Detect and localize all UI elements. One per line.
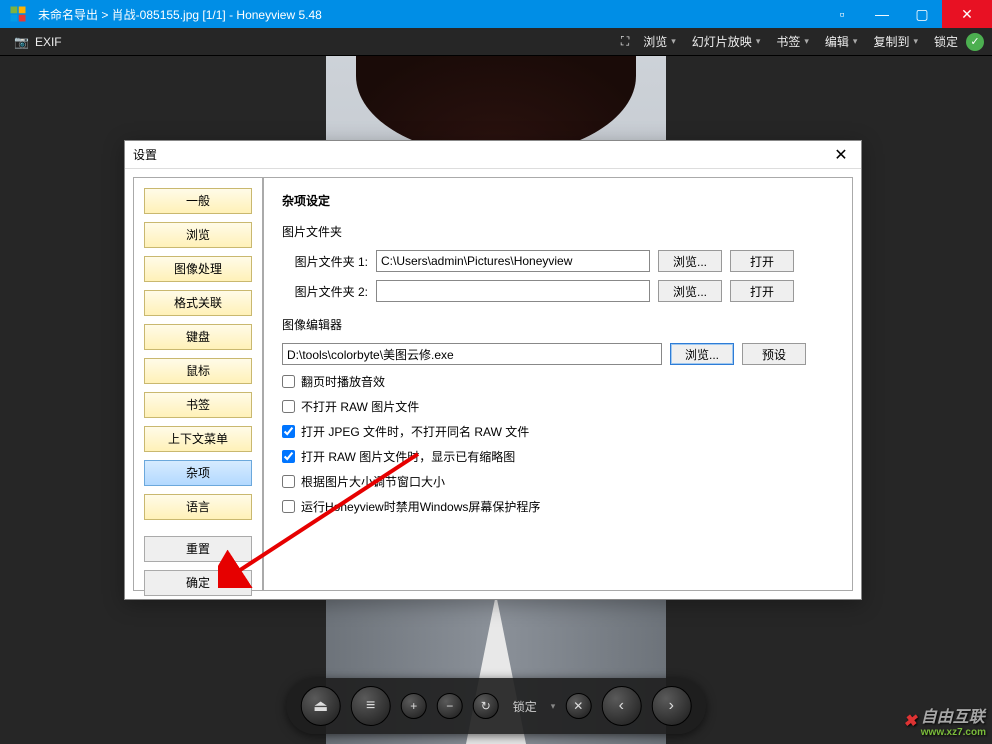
menu-button[interactable]: ≡ bbox=[351, 686, 391, 726]
app-icon bbox=[0, 0, 36, 28]
window-restore-button[interactable]: ▫ bbox=[822, 0, 862, 28]
tab-context[interactable]: 上下文菜单 bbox=[144, 426, 252, 452]
camera-icon: 📷 bbox=[14, 35, 29, 49]
menu-bookmark[interactable]: 书签▾ bbox=[768, 28, 817, 56]
watermark: ✖ 自由互联 www.xz7.com bbox=[903, 703, 986, 738]
window-maximize-button[interactable]: ▢ bbox=[902, 0, 942, 28]
tab-assoc[interactable]: 格式关联 bbox=[144, 290, 252, 316]
folders-section: 图片文件夹 bbox=[282, 223, 834, 240]
tab-mouse[interactable]: 鼠标 bbox=[144, 358, 252, 384]
editor-input[interactable] bbox=[282, 343, 662, 365]
menu-browse[interactable]: 浏览▾ bbox=[635, 28, 684, 56]
menu-lock[interactable]: 锁定✓ bbox=[926, 28, 992, 56]
reset-button[interactable]: 重置 bbox=[144, 536, 252, 562]
folder2-input[interactable] bbox=[376, 280, 650, 302]
eject-button[interactable]: ⏏ bbox=[301, 686, 341, 726]
folder1-label: 图片文件夹 1: bbox=[282, 253, 368, 270]
editor-section: 图像编辑器 bbox=[282, 316, 834, 333]
player-controls: ⏏ ≡ + − ↻ 锁定▾ ✕ ‹ › bbox=[287, 678, 706, 734]
tab-imageproc[interactable]: 图像处理 bbox=[144, 256, 252, 282]
check-raw-thumb[interactable]: 打开 RAW 图片文件时，显示已有缩略图 bbox=[282, 448, 834, 465]
settings-dialog: 设置 ✕ 一般 浏览 图像处理 格式关联 键盘 鼠标 书签 上下文菜单 杂项 语… bbox=[124, 140, 862, 600]
next-button[interactable]: › bbox=[651, 686, 691, 726]
window-title: 未命名导出 > 肖战-085155.jpg [1/1] - Honeyview … bbox=[36, 6, 822, 23]
folder2-open-button[interactable]: 打开 bbox=[730, 280, 794, 302]
editor-preset-button[interactable]: 预设 bbox=[742, 343, 806, 365]
menu-copyto[interactable]: 复制到▾ bbox=[865, 28, 926, 56]
menu-edit[interactable]: 编辑▾ bbox=[817, 28, 866, 56]
editor-browse-button[interactable]: 浏览... bbox=[670, 343, 734, 365]
menu-slideshow[interactable]: 幻灯片放映▾ bbox=[684, 28, 769, 56]
prev-button[interactable]: ‹ bbox=[601, 686, 641, 726]
fit-icon[interactable]: ⛶ bbox=[615, 34, 635, 49]
tab-language[interactable]: 语言 bbox=[144, 494, 252, 520]
folder1-open-button[interactable]: 打开 bbox=[730, 250, 794, 272]
folder2-label: 图片文件夹 2: bbox=[282, 283, 368, 300]
tab-misc[interactable]: 杂项 bbox=[144, 460, 252, 486]
window-close-button[interactable]: ✕ bbox=[942, 0, 992, 28]
folder1-browse-button[interactable]: 浏览... bbox=[658, 250, 722, 272]
window-titlebar: 未命名导出 > 肖战-085155.jpg [1/1] - Honeyview … bbox=[0, 0, 992, 28]
tab-general[interactable]: 一般 bbox=[144, 188, 252, 214]
zoom-in-button[interactable]: + bbox=[401, 693, 427, 719]
check-no-raw[interactable]: 不打开 RAW 图片文件 bbox=[282, 398, 834, 415]
dialog-titlebar: 设置 ✕ bbox=[125, 141, 861, 169]
lock-check-icon: ✓ bbox=[966, 33, 984, 51]
rotate-button[interactable]: ↻ bbox=[473, 693, 499, 719]
ok-button[interactable]: 确定 bbox=[144, 570, 252, 596]
tab-browse[interactable]: 浏览 bbox=[144, 222, 252, 248]
check-resize-window[interactable]: 根据图片大小调节窗口大小 bbox=[282, 473, 834, 490]
window-minimize-button[interactable]: — bbox=[862, 0, 902, 28]
folder1-input[interactable] bbox=[376, 250, 650, 272]
settings-sidebar: 一般 浏览 图像处理 格式关联 键盘 鼠标 书签 上下文菜单 杂项 语言 重置 … bbox=[133, 177, 263, 591]
tab-keyboard[interactable]: 键盘 bbox=[144, 324, 252, 350]
main-toolbar: 📷 EXIF ⛶ 浏览▾ 幻灯片放映▾ 书签▾ 编辑▾ 复制到▾ 锁定✓ bbox=[0, 28, 992, 56]
tab-bookmark[interactable]: 书签 bbox=[144, 392, 252, 418]
dialog-title: 设置 bbox=[133, 146, 157, 163]
check-jpeg-raw[interactable]: 打开 JPEG 文件时，不打开同名 RAW 文件 bbox=[282, 423, 834, 440]
player-lock-label[interactable]: 锁定 bbox=[509, 698, 541, 715]
zoom-out-button[interactable]: − bbox=[437, 693, 463, 719]
content-heading: 杂项设定 bbox=[282, 192, 834, 209]
check-sound[interactable]: 翻页时播放音效 bbox=[282, 373, 834, 390]
exif-label[interactable]: EXIF bbox=[35, 35, 62, 49]
settings-content: 杂项设定 图片文件夹 图片文件夹 1: 浏览... 打开 图片文件夹 2: 浏览… bbox=[263, 177, 853, 591]
close-player-button[interactable]: ✕ bbox=[565, 693, 591, 719]
check-screensaver[interactable]: 运行Honeyview时禁用Windows屏幕保护程序 bbox=[282, 498, 834, 515]
folder2-browse-button[interactable]: 浏览... bbox=[658, 280, 722, 302]
dialog-close-button[interactable]: ✕ bbox=[829, 145, 853, 165]
